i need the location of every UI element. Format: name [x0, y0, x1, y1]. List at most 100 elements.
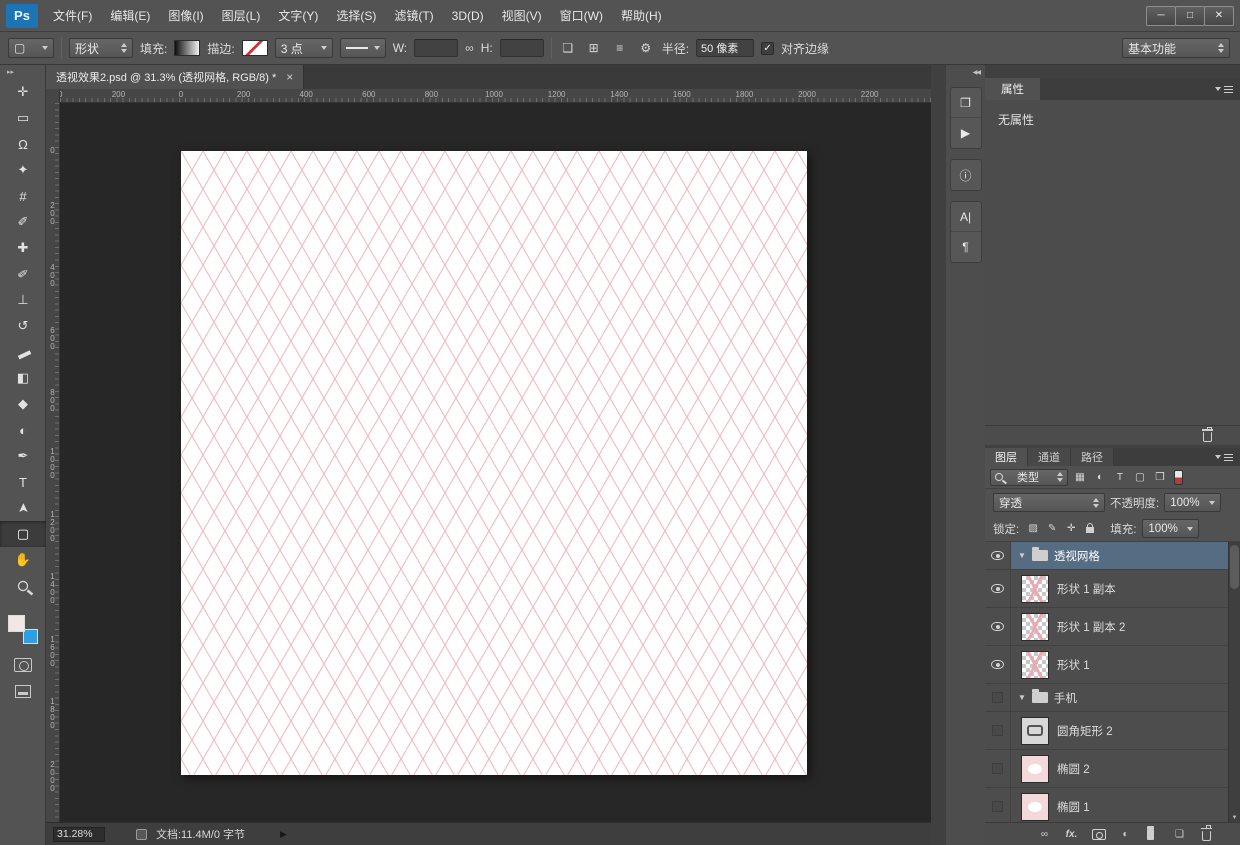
maximize-button[interactable]: □	[1175, 5, 1205, 26]
hand-tool[interactable]: ✋	[0, 547, 46, 573]
link-layers-icon[interactable]: ∞	[1037, 826, 1052, 843]
ruler-corner[interactable]	[46, 89, 60, 103]
brush-tool[interactable]: ✏	[0, 261, 46, 287]
visibility-toggle[interactable]	[985, 608, 1011, 645]
layer-row[interactable]: ▼ 手机	[985, 684, 1228, 712]
layer-thumbnail[interactable]	[1021, 716, 1049, 745]
layer-thumbnail[interactable]	[1021, 574, 1049, 603]
radius-input[interactable]: 50 像素	[696, 39, 755, 57]
filter-shape-layers-icon[interactable]: ▢	[1130, 469, 1150, 486]
layer-row[interactable]: 形状 1 副本	[985, 570, 1228, 608]
adjustment-layer-icon[interactable]: ◐	[1118, 826, 1133, 843]
vertical-ruler[interactable]: 0 200 400 600 800 1000 1200 1400 1600 1800 2000	[46, 103, 60, 822]
layer-thumbnail[interactable]	[1021, 754, 1049, 783]
link-dimensions-icon[interactable]: ∞	[465, 41, 474, 55]
stroke-color-swatch[interactable]	[241, 40, 268, 56]
layer-row[interactable]: ▼ 透视网格	[985, 542, 1228, 570]
shape-settings-gear-icon[interactable]: ⚙	[637, 39, 655, 57]
close-button[interactable]: ✕	[1204, 5, 1234, 26]
menu-item[interactable]: 滤镜(T)	[385, 0, 442, 32]
delete-layer-icon[interactable]	[1199, 825, 1214, 843]
character-panel-icon[interactable]: A|	[950, 202, 981, 232]
close-tab-icon[interactable]: ×	[286, 70, 293, 84]
tool-preset-dropdown[interactable]: ▢	[8, 38, 54, 58]
filter-type-layers-icon[interactable]: T	[1110, 469, 1130, 486]
info-panel-icon[interactable]: ⓘ	[951, 160, 981, 190]
minimize-button[interactable]: ─	[1146, 5, 1176, 26]
horizontal-type-tool[interactable]: T	[0, 469, 46, 495]
expand-panels-chevrons[interactable]: ◀◀	[946, 65, 985, 79]
document-canvas[interactable]	[181, 151, 807, 775]
layer-thumbnail[interactable]	[1021, 612, 1049, 641]
menu-item[interactable]: 编辑(E)	[101, 0, 159, 32]
toolbar-collapse-chevrons[interactable]: ▸▸	[0, 65, 45, 79]
menu-item[interactable]: 文字(Y)	[269, 0, 327, 32]
trash-icon[interactable]	[1202, 426, 1213, 442]
align-edges-checkbox[interactable]: ✓	[761, 41, 775, 55]
lock-position-icon[interactable]: ✛	[1063, 521, 1079, 537]
menu-item[interactable]: 视图(V)	[493, 0, 551, 32]
history-brush-tool[interactable]: ↺	[0, 313, 46, 339]
filter-toggle-switch[interactable]	[1174, 469, 1183, 485]
eyedropper-tool[interactable]: ✐	[0, 209, 46, 235]
filter-type-dropdown[interactable]: 类型	[990, 468, 1068, 486]
layer-row[interactable]: 椭圆 2	[985, 750, 1228, 788]
visibility-toggle[interactable]	[985, 788, 1011, 822]
tab-paths[interactable]: 路径	[1071, 448, 1114, 466]
lock-all-icon[interactable]	[1082, 521, 1098, 537]
visibility-toggle[interactable]	[985, 570, 1011, 607]
actions-panel-icon[interactable]: ▶	[951, 118, 981, 148]
height-input[interactable]	[499, 39, 544, 57]
pen-tool[interactable]: ✒	[0, 443, 46, 469]
filter-smart-objects-icon[interactable]: ❒	[1150, 469, 1170, 486]
fill-color-swatch[interactable]	[174, 40, 201, 56]
pasteboard[interactable]	[60, 103, 931, 822]
blend-mode-dropdown[interactable]: 穿透	[993, 493, 1105, 512]
blur-tool[interactable]: ◆	[0, 391, 46, 417]
disclosure-triangle-icon[interactable]: ▼	[1018, 551, 1026, 560]
quick-selection-tool[interactable]: ✦	[0, 157, 46, 183]
gradient-tool[interactable]: ◧	[0, 365, 46, 391]
new-layer-icon[interactable]: ❏	[1172, 826, 1187, 843]
menu-item[interactable]: 窗口(W)	[551, 0, 612, 32]
layer-row[interactable]: 形状 1	[985, 646, 1228, 684]
tab-layers[interactable]: 图层	[985, 448, 1028, 466]
layer-mask-icon[interactable]	[1091, 826, 1106, 843]
panel-menu-icon[interactable]	[1215, 448, 1240, 466]
layer-style-icon[interactable]: fx.	[1064, 826, 1079, 843]
menu-item[interactable]: 文件(F)	[44, 0, 101, 32]
path-arrange-icon[interactable]: ≡	[611, 39, 629, 57]
new-group-icon[interactable]	[1145, 825, 1160, 843]
path-alignment-icon[interactable]: ⊞	[585, 39, 603, 57]
visibility-toggle[interactable]	[985, 684, 1011, 711]
zoom-level-input[interactable]: 31.28%	[53, 826, 105, 842]
eraser-tool[interactable]: ▬	[0, 339, 46, 365]
layer-thumbnail[interactable]	[1021, 792, 1049, 821]
document-tab[interactable]: 透视效果2.psd @ 31.3% (透视网格, RGB/8) * ×	[46, 65, 305, 89]
disclosure-triangle-icon[interactable]: ▼	[1018, 693, 1026, 702]
path-operations-icon[interactable]: ❏	[559, 39, 577, 57]
zoom-tool[interactable]	[0, 573, 46, 599]
rectangle-tool[interactable]: ▢	[0, 521, 46, 547]
filter-adjustment-layers-icon[interactable]: ◐	[1090, 469, 1110, 486]
menu-item[interactable]: 图层(L)	[213, 0, 270, 32]
scrollbar-thumb[interactable]	[1230, 545, 1239, 589]
layer-row[interactable]: 圆角矩形 2	[985, 712, 1228, 750]
opacity-dropdown[interactable]: 100%	[1164, 493, 1222, 512]
tab-channels[interactable]: 通道	[1028, 448, 1071, 466]
menu-item[interactable]: 选择(S)	[327, 0, 385, 32]
clone-source-panel-icon[interactable]: ❐	[950, 88, 981, 118]
background-color-swatch[interactable]	[22, 629, 38, 644]
foreground-color-swatch[interactable]	[7, 615, 25, 632]
screen-mode-button[interactable]	[14, 685, 31, 698]
paragraph-panel-icon[interactable]: ¶	[951, 232, 981, 262]
fill-opacity-dropdown[interactable]: 100%	[1142, 519, 1200, 538]
lasso-tool[interactable]: Ω	[0, 131, 46, 157]
stroke-type-dropdown[interactable]	[339, 38, 386, 58]
width-input[interactable]	[414, 39, 459, 57]
spot-healing-brush-tool[interactable]: ✚	[0, 235, 46, 261]
visibility-toggle[interactable]	[985, 750, 1011, 787]
status-icon[interactable]	[136, 828, 147, 840]
layers-scrollbar[interactable]: ▼	[1228, 542, 1240, 822]
visibility-toggle[interactable]	[985, 712, 1011, 749]
